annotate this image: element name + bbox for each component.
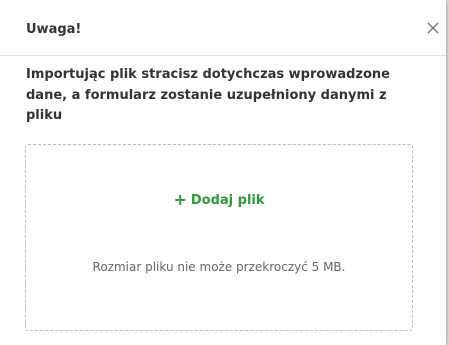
dialog-header: Uwaga! [0, 0, 446, 56]
file-dropzone[interactable]: + Dodaj plik Rozmiar pliku nie może przek… [25, 144, 413, 331]
add-file-button[interactable]: + Dodaj plik [26, 192, 412, 209]
add-file-label: Dodaj plik [190, 193, 265, 208]
warning-message: Importując plik stracisz dotychczas wpro… [26, 67, 390, 123]
plus-icon: + [173, 190, 187, 209]
file-size-limit-note: Rozmiar pliku nie może przekroczyć 5 MB. [92, 260, 346, 274]
close-button[interactable] [424, 19, 442, 37]
import-warning-dialog: Uwaga! Importując plik stracisz dotychcz… [0, 0, 446, 345]
close-icon [427, 22, 439, 34]
dialog-title: Uwaga! [26, 22, 82, 37]
